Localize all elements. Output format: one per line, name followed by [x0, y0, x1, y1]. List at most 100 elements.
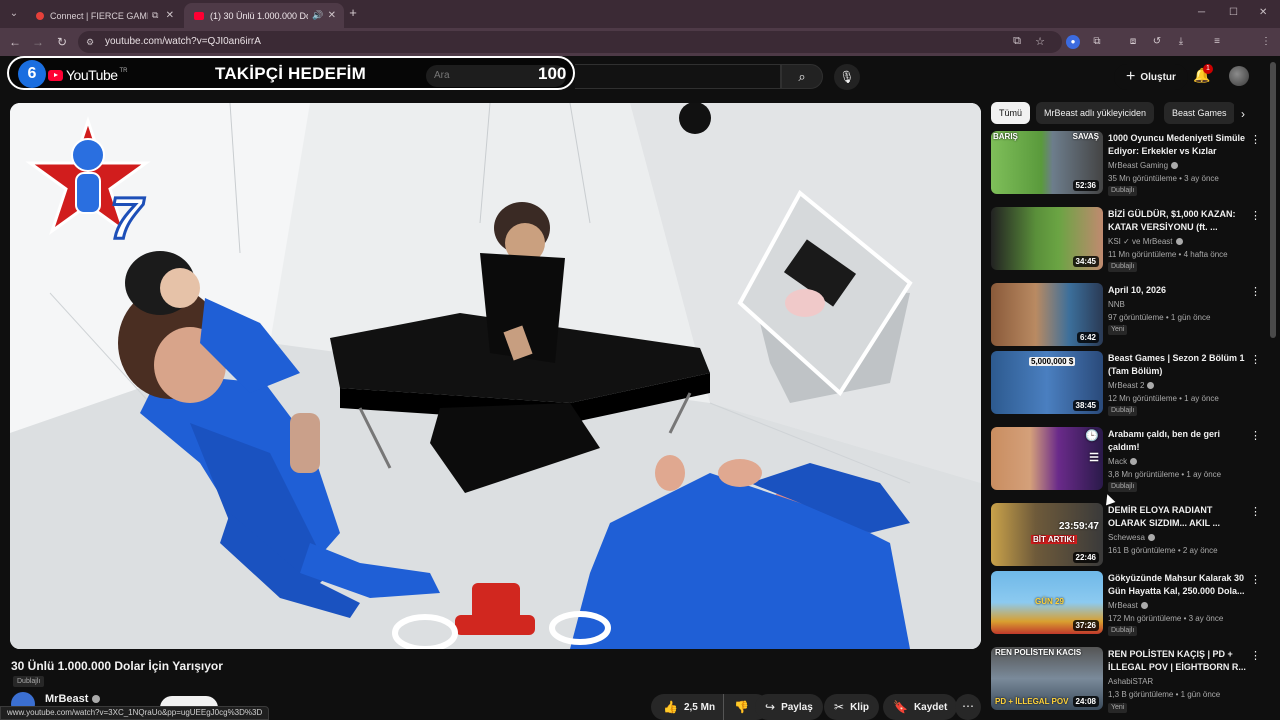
channel-name[interactable]: Mack [1108, 457, 1138, 466]
logo-region: TR [119, 68, 128, 74]
kebab-icon[interactable]: ⋮ [1250, 649, 1261, 662]
video-meta: 172 Mn görüntüleme • 3 ay önce [1108, 614, 1224, 623]
video-title[interactable]: REN POLİSTEN KAÇIŞ | PD + İLLEGAL POV | … [1108, 648, 1246, 674]
recommended-video[interactable]: GÜN 29 37:26 Gökyüzünde Mahsur Kalarak 3… [991, 571, 1261, 637]
video-title[interactable]: Arabamı çaldı, ben de geri çaldım! [1108, 428, 1246, 454]
chip-beast-games[interactable]: Beast Games [1164, 102, 1235, 124]
dislike-icon[interactable]: 👎 [724, 700, 759, 714]
browser-toolbar: ← → ↻ ⚙ youtube.com/watch?v=QJI0an6irrA … [0, 28, 1280, 77]
channel-name[interactable]: MrBeast [45, 693, 88, 705]
chip-all[interactable]: Tümü [991, 102, 1031, 124]
install-icon[interactable]: ⧉ [1010, 35, 1024, 48]
recommended-video[interactable]: BARIŞ SAVAŞ 52:36 1000 Oyuncu Medeniyeti… [991, 131, 1261, 197]
video-title[interactable]: Gökyüzünde Mahsur Kalarak 30 Gün Hayatta… [1108, 572, 1246, 598]
thumb-text-left: REN POLİSTEN KACIS [995, 648, 1082, 657]
create-label: Oluştur [1140, 71, 1176, 83]
video-player[interactable]: 7 [10, 103, 981, 649]
video-duration: 38:45 [1072, 400, 1099, 411]
video-thumbnail[interactable]: 23:59:47 BİT ARTIK! 22:46 [991, 503, 1103, 566]
maximize-icon[interactable]: ☐ [1229, 7, 1238, 18]
save-button[interactable]: 🔖 Kaydet [883, 694, 958, 720]
create-button[interactable]: + Oluştur [1114, 64, 1188, 90]
video-title[interactable]: Beast Games | Sezon 2 Bölüm 1 (Tam Bölüm… [1108, 352, 1246, 378]
account-avatar[interactable] [1229, 66, 1249, 86]
recommended-video[interactable]: 6:42 April 10, 2026 NNB 97 görüntüleme •… [991, 283, 1261, 349]
kebab-icon[interactable]: ⋮ [1250, 209, 1261, 222]
kebab-icon[interactable]: ⋮ [1250, 505, 1261, 518]
tab-audio-icon[interactable]: 🔊 [312, 10, 323, 21]
verified-icon [1140, 602, 1148, 609]
translate-icon[interactable]: ⧈ [1126, 35, 1140, 49]
reading-list-icon[interactable]: ≡ [1210, 35, 1224, 49]
extension-shield-icon[interactable]: ● [1066, 35, 1080, 49]
recommended-video[interactable]: 23:59:47 BİT ARTIK! 22:46 DEMİR ELOYA RA… [991, 503, 1261, 569]
chevron-right-icon[interactable]: › [1234, 105, 1252, 123]
notification-badge: 1 [1203, 64, 1213, 74]
new-tab-plus-icon[interactable]: + [346, 6, 360, 20]
recommended-video[interactable]: 5,000,000 $ 38:45 Beast Games | Sezon 2 … [991, 351, 1261, 417]
tab-close-icon[interactable]: ✕ [328, 10, 336, 21]
video-duration: 52:36 [1072, 180, 1099, 191]
search-field[interactable] [575, 64, 781, 89]
dubbed-tag: Dublajlı [1108, 262, 1138, 272]
address-bar[interactable]: ⚙ youtube.com/watch?v=QJI0an6irrA ⧉ ☆ [78, 31, 1062, 53]
video-title[interactable]: BİZİ GÜLDÜR, $1,000 KAZAN: KATAR VERSİYO… [1108, 208, 1246, 234]
video-thumbnail[interactable]: BARIŞ SAVAŞ 52:36 [991, 131, 1103, 194]
site-info-icon[interactable]: ⚙ [86, 37, 96, 47]
channel-name[interactable]: MrBeast Gaming [1108, 161, 1179, 170]
search-icon[interactable]: ⌕ [781, 64, 823, 89]
video-thumbnail[interactable]: 🕒 ☰ [991, 427, 1103, 490]
channel-name[interactable]: MrBeast [1108, 601, 1148, 610]
channel-name[interactable]: AshabiSTAR [1108, 677, 1153, 686]
tab-close-icon[interactable]: ✕ [166, 10, 174, 21]
kebab-icon[interactable]: ⋮ [1250, 285, 1261, 298]
youtube-logo[interactable]: YouTube TR [48, 67, 128, 83]
kebab-icon[interactable]: ⋮ [1250, 353, 1261, 366]
more-icon[interactable]: ⋯ [955, 694, 981, 720]
page-scrollbar[interactable] [1270, 62, 1276, 338]
channel-name[interactable]: MrBeast 2 [1108, 381, 1155, 390]
forward-icon[interactable]: → [31, 35, 45, 49]
extension-icon[interactable]: ⧉ [1090, 35, 1104, 49]
star-icon[interactable]: ☆ [1033, 35, 1047, 48]
video-title[interactable]: 1000 Oyuncu Medeniyeti Simüle Ediyor: Er… [1108, 132, 1246, 158]
video-thumbnail[interactable]: GÜN 29 37:26 [991, 571, 1103, 634]
recommended-video[interactable]: REN POLİSTEN KACIS PD + İLLEGAL POV 24:0… [991, 647, 1261, 713]
add-to-queue-icon[interactable]: ☰ [1089, 451, 1099, 464]
channel-name[interactable]: KSI ✓ ve MrBeast [1108, 237, 1183, 246]
recommended-video[interactable]: 🕒 ☰ Arabamı çaldı, ben de geri çaldım! M… [991, 427, 1261, 493]
window-close-icon[interactable]: ✕ [1259, 7, 1267, 18]
tab-list-chevron-down-icon[interactable]: ⌄ [6, 6, 22, 22]
kebab-icon[interactable]: ⋮ [1250, 133, 1261, 146]
history-icon[interactable]: ↺ [1150, 35, 1164, 49]
back-icon[interactable]: ← [8, 35, 22, 49]
minimize-icon[interactable]: ─ [1198, 7, 1205, 18]
channel-name[interactable]: NNB [1108, 300, 1125, 309]
video-title[interactable]: DEMİR ELOYA RADIANT OLARAK SIZDIM... AKI… [1108, 504, 1246, 530]
url-text[interactable]: youtube.com/watch?v=QJI0an6irrA [105, 36, 261, 47]
video-thumbnail[interactable]: REN POLİSTEN KACIS PD + İLLEGAL POV 24:0… [991, 647, 1103, 710]
video-thumbnail[interactable]: 34:45 [991, 207, 1103, 270]
mic-icon[interactable]: 🎙 [834, 64, 860, 90]
watch-later-icon[interactable]: 🕒 [1085, 429, 1099, 442]
browser-tab-fierce[interactable]: Connect | FIERCE GAMING ⧉ ✕ [26, 3, 182, 28]
share-icon: ↪ [765, 700, 776, 714]
video-thumbnail[interactable]: 6:42 [991, 283, 1103, 346]
chip-from-uploader[interactable]: MrBeast adlı yükleyiciden [1036, 102, 1155, 124]
reload-icon[interactable]: ↻ [55, 35, 69, 49]
channel-label: AshabiSTAR [1108, 677, 1154, 686]
recommended-video[interactable]: 34:45 BİZİ GÜLDÜR, $1,000 KAZAN: KATAR V… [991, 207, 1261, 273]
share-button[interactable]: ↪ Paylaş [755, 694, 823, 720]
video-title[interactable]: April 10, 2026 [1108, 284, 1246, 297]
dubbed-tag: Dublajlı [1108, 406, 1138, 416]
channel-name[interactable]: Schewesa [1108, 533, 1155, 542]
download-icon[interactable]: ⤓ [1174, 35, 1188, 49]
like-button[interactable]: 👍 2,5 Mn [651, 694, 725, 720]
browser-menu-icon[interactable]: ⋮ [1259, 35, 1273, 49]
kebab-icon[interactable]: ⋮ [1250, 429, 1261, 442]
video-duration: 34:45 [1072, 256, 1099, 267]
kebab-icon[interactable]: ⋮ [1250, 573, 1261, 586]
video-thumbnail[interactable]: 5,000,000 $ 38:45 [991, 351, 1103, 414]
clip-button[interactable]: ✂ Klip [824, 694, 879, 720]
browser-tab-youtube[interactable]: (1) 30 Ünlü 1.000.000 Dolar 🔊 ✕ [184, 3, 344, 28]
